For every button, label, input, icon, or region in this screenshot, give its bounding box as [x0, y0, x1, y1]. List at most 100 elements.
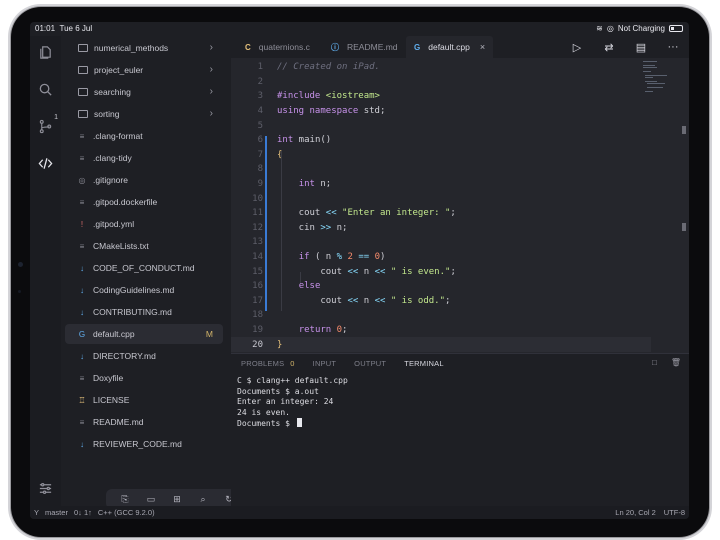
code-line[interactable]: 6 int main()	[231, 133, 651, 148]
folder-item[interactable]: project_euler ›	[61, 60, 223, 80]
tab-default-cpp[interactable]: G default.cpp ×	[406, 36, 494, 58]
code-line[interactable]: 3 #include <iostream>	[231, 89, 651, 104]
code-text: // Created on iPad.	[277, 62, 380, 73]
compare-icon[interactable]: ⇄	[601, 41, 617, 54]
file-item[interactable]: ! .gitpod.yml	[61, 214, 223, 234]
file-item[interactable]: ≡ .gitpod.dockerfile	[61, 192, 223, 212]
code-line[interactable]: 15 cout << n << " is even.";	[231, 264, 651, 279]
file-item[interactable]: ◎ .gitignore	[61, 170, 223, 190]
line-number: 14	[252, 252, 263, 263]
maximize-panel-icon[interactable]: □	[652, 358, 657, 367]
line-number: 9	[257, 179, 263, 190]
file-type-icon: ↓	[80, 351, 84, 361]
code-line[interactable]: 4 using namespace std;	[231, 104, 651, 119]
item-label: numerical_methods	[94, 43, 169, 53]
terminal-output[interactable]: C $ clang++ default.cpp Documents $ a.out…	[237, 376, 348, 430]
scrollbar-marker[interactable]	[682, 126, 686, 134]
item-label: searching	[94, 87, 131, 97]
code-text: cout << n << " is odd.";	[277, 295, 451, 306]
file-item[interactable]: ≡ .clang-tidy	[61, 148, 223, 168]
file-item[interactable]: ↓ CodingGuidelines.md	[61, 280, 223, 300]
search-files-icon[interactable]: ⌕	[196, 494, 210, 505]
wifi-icon: ≋	[596, 24, 603, 33]
preview-icon[interactable]: ▤	[633, 41, 649, 54]
code-line[interactable]: 17 cout << n << " is odd.";	[231, 294, 651, 309]
file-item[interactable]: ≡ CMakeLists.txt	[61, 236, 223, 256]
tab-terminal[interactable]: TERMINAL	[404, 359, 444, 368]
tab-quaternions[interactable]: C quaternions.c	[245, 36, 310, 58]
file-item[interactable]: ↓ CONTRIBUTING.md	[61, 302, 223, 322]
code-line[interactable]: 11 cout << "Enter an integer: ";	[231, 206, 651, 221]
line-number: 19	[252, 325, 263, 336]
file-item[interactable]: ≡ Doxyfile	[61, 368, 223, 388]
file-type-icon: ≡	[79, 197, 85, 207]
indent-guide	[300, 272, 301, 283]
run-icon[interactable]: ▷	[569, 41, 585, 54]
folder-item[interactable]: numerical_methods ›	[61, 38, 223, 58]
code-line[interactable]: 13	[231, 235, 651, 250]
code-line[interactable]: 14 if ( n % 2 == 0)	[231, 250, 651, 265]
file-item[interactable]: ♖ LICENSE	[61, 390, 223, 410]
file-item[interactable]: ≡ .clang-format	[61, 126, 223, 146]
code-line[interactable]: 20}	[231, 337, 651, 352]
code-line[interactable]: 1 // Created on iPad.	[231, 60, 651, 75]
minimap[interactable]	[639, 58, 687, 98]
code-line[interactable]: 2	[231, 75, 651, 90]
trash-icon[interactable]: 🗑	[671, 358, 681, 367]
code-line[interactable]: 9 int n;	[231, 177, 651, 192]
panel-tabs: PROBLEMS 0 INPUT OUTPUT TERMINAL	[241, 359, 444, 368]
new-folder-icon[interactable]: ▭	[144, 494, 158, 505]
editor-actions: ▷ ⇄ ▤ ···	[569, 41, 681, 54]
ios-status-bar: 01:01 Tue 6 Jul ≋ ◎ Not Charging	[30, 22, 689, 36]
source-control-icon[interactable]: 1	[37, 114, 58, 135]
cursor-position[interactable]: Ln 20, Col 2	[615, 508, 655, 517]
file-type-icon: ≡	[79, 131, 85, 141]
file-item[interactable]: Gdefault.cpp M	[65, 324, 223, 344]
line-number: 16	[252, 281, 263, 292]
tab-problems[interactable]: PROBLEMS 0	[241, 359, 295, 368]
explorer-icon[interactable]	[37, 44, 54, 61]
encoding[interactable]: UTF-8	[664, 508, 685, 517]
line-number: 3	[257, 91, 263, 102]
settings-icon[interactable]	[37, 480, 54, 497]
search-icon[interactable]	[37, 81, 54, 98]
code-line[interactable]: 12 cin >> n;	[231, 221, 651, 236]
code-text: cout << "Enter an integer: ";	[277, 208, 456, 219]
line-number: 5	[257, 120, 263, 131]
folder-item[interactable]: sorting ›	[61, 104, 223, 124]
code-line[interactable]: 16 else	[231, 279, 651, 294]
sync-status[interactable]: 0↓ 1↑	[74, 508, 92, 517]
file-item[interactable]: ↓ REVIEWER_CODE.md	[61, 434, 223, 454]
tab-input[interactable]: INPUT	[313, 359, 337, 368]
folder-item[interactable]: searching ›	[61, 82, 223, 102]
code-line[interactable]: 5	[231, 118, 651, 133]
terminal-prompt: Documents $	[237, 419, 295, 429]
file-item[interactable]: ↓ CODE_OF_CONDUCT.md	[61, 258, 223, 278]
chevron-right-icon: ›	[209, 86, 213, 97]
git-branch[interactable]: master	[45, 508, 68, 517]
line-number: 18	[252, 310, 263, 321]
tab-readme[interactable]: ⓘ README.md	[331, 36, 398, 58]
code-line[interactable]: 19 return 0;	[231, 323, 651, 338]
new-file-icon[interactable]: ⎘	[118, 494, 132, 505]
code-icon[interactable]	[37, 155, 54, 172]
file-item[interactable]: ↓ DIRECTORY.md	[61, 346, 223, 366]
code-line[interactable]: 7{	[231, 148, 651, 163]
tab-output[interactable]: OUTPUT	[354, 359, 386, 368]
import-icon[interactable]: ⊞	[170, 494, 184, 505]
language-mode[interactable]: C++ (GCC 9.2.0)	[98, 508, 155, 517]
close-tab-icon[interactable]: ×	[480, 42, 485, 52]
code-editor[interactable]: 1 // Created on iPad. 2 3 #include <iostream…	[231, 58, 689, 353]
item-label: README.md	[93, 417, 144, 427]
scrollbar-marker[interactable]	[682, 223, 686, 231]
file-type-icon: ◎	[78, 175, 86, 185]
line-number: 20	[252, 339, 263, 350]
code-text: if ( n % 2 == 0)	[298, 252, 386, 263]
code-line[interactable]: 10	[231, 191, 651, 206]
file-type-icon: G	[78, 329, 86, 339]
code-line[interactable]: 18	[231, 308, 651, 323]
file-item[interactable]: ≡ README.md	[61, 412, 223, 432]
code-line[interactable]: 8	[231, 162, 651, 177]
item-label: CONTRIBUTING.md	[93, 307, 172, 317]
more-icon[interactable]: ···	[665, 41, 681, 54]
